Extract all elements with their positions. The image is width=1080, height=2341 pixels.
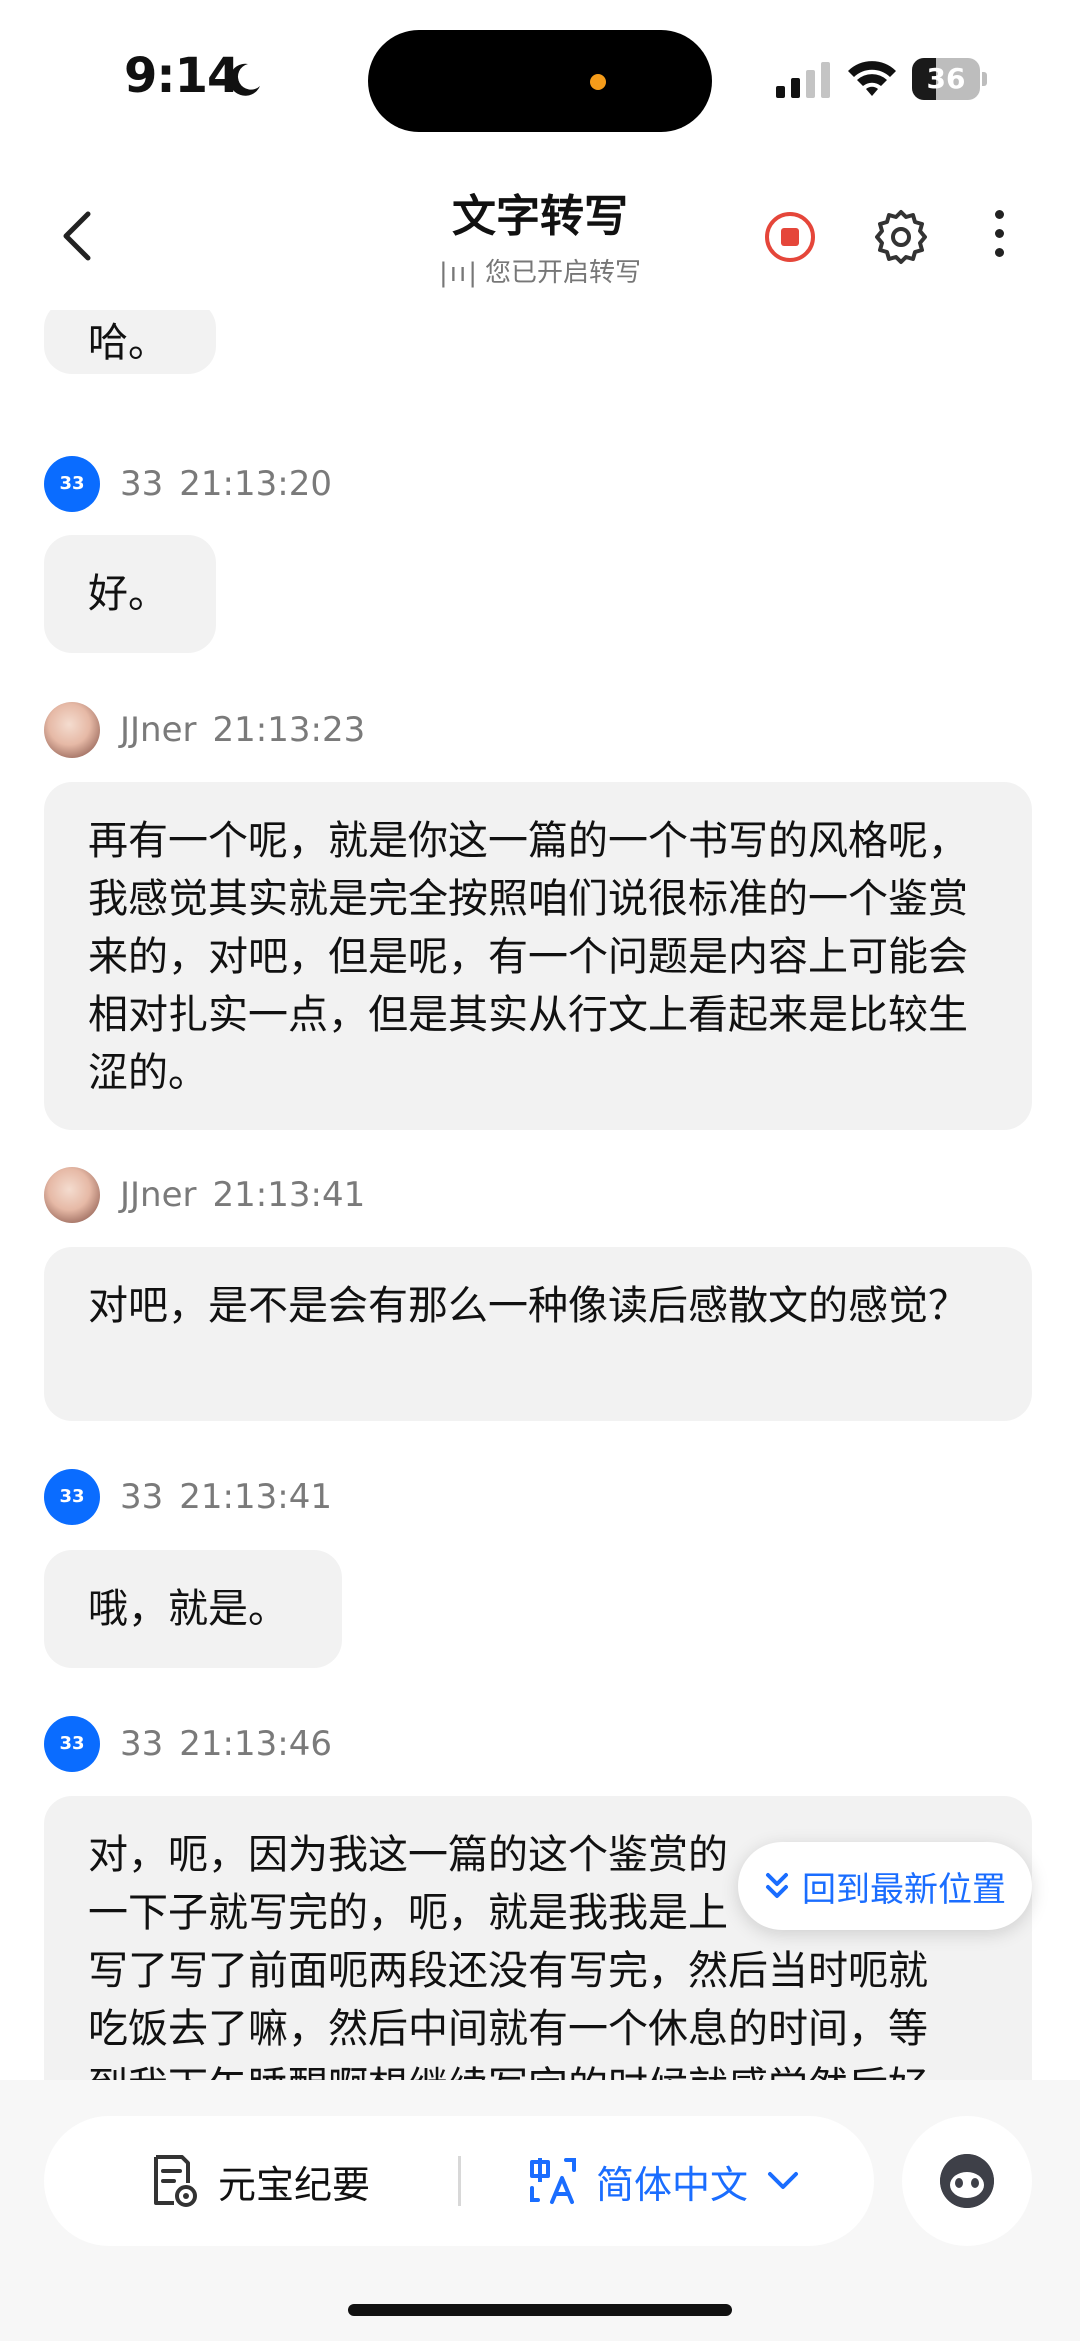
message-header: JJner 21:13:23 — [44, 702, 365, 758]
language-label: 简体中文 — [596, 2162, 749, 2207]
jump-to-latest-button[interactable]: 回到最新位置 — [738, 1842, 1032, 1930]
transcription-status-text: 您已开启转写 — [484, 258, 641, 288]
avatar: 33 — [44, 456, 100, 512]
message-header: 33 33 21:13:41 — [44, 1469, 332, 1525]
transcript-list[interactable]: 哈。 33 33 21:13:20 好。 JJner 21:13:23 再有一个… — [0, 310, 1080, 2080]
dynamic-island — [368, 30, 712, 132]
message-text: 好。 — [88, 571, 168, 617]
cellular-signal-icon — [776, 62, 830, 98]
message-bubble: 哦，就是。 — [44, 1550, 342, 1668]
ai-assistant-button[interactable] — [902, 2116, 1032, 2246]
speaker-name: 33 — [120, 1724, 164, 1764]
toolbar-divider — [458, 2156, 461, 2206]
speaker-name: JJner — [120, 1175, 197, 1215]
message-bubble: 哈。 — [44, 310, 216, 374]
recording-indicator-dot — [590, 74, 606, 90]
wifi-icon — [848, 61, 896, 96]
moon-icon — [229, 63, 260, 96]
waveform-icon: |ıı| — [439, 258, 479, 288]
back-button[interactable] — [50, 200, 110, 270]
summary-document-icon — [154, 2155, 197, 2207]
message-text: 再有一个呢，就是你这一篇的一个书写的风格呢，我感觉其实就是完全按照咱们说很标准的… — [88, 818, 968, 1096]
summary-label: 元宝纪要 — [218, 2162, 371, 2207]
language-selector[interactable]: 简体中文 — [528, 2150, 800, 2212]
message-text: 对吧，是不是会有那么一种像读后感散文的感觉？ — [88, 1283, 968, 1329]
jump-to-latest-label: 回到最新位置 — [802, 1869, 1006, 1910]
status-bar: 9:14 36 — [0, 0, 1080, 160]
stop-icon — [781, 228, 799, 246]
assistant-mascot-icon — [940, 2154, 994, 2208]
message-bubble: 对，呃，因为我这一篇的这个鉴赏的 一下子就写完的，呃，就是我我是上 写了写了前面… — [44, 1796, 1032, 2080]
battery-icon: 36 — [912, 58, 987, 100]
translate-icon — [530, 2158, 576, 2204]
double-chevron-down-icon — [766, 1873, 788, 1898]
message-bubble: 好。 — [44, 535, 216, 653]
status-time: 9:14 — [124, 48, 240, 104]
message-timestamp: 21:13:46 — [179, 1724, 332, 1764]
speaker-name: 33 — [120, 464, 164, 504]
message-timestamp: 21:13:41 — [179, 1477, 332, 1517]
settings-button[interactable] — [872, 208, 930, 266]
message-line: 写了写了前面呃两段还没有写完，然后当时呃就 — [88, 1948, 928, 1994]
message-bubble: 对吧，是不是会有那么一种像读后感散文的感觉？ — [44, 1247, 1032, 1421]
speaker-name: JJner — [120, 710, 197, 750]
message-line: 吃饭去了嘛，然后中间就有一个休息的时间，等 — [88, 2006, 928, 2052]
message-header: JJner 21:13:41 — [44, 1167, 365, 1223]
summary-button[interactable]: 元宝纪要 — [148, 2150, 370, 2212]
bottom-bar: 元宝纪要 简体中文 — [0, 2080, 1080, 2341]
header: 文字转写 |ıı| 您已开启转写 — [0, 160, 1080, 310]
message-timestamp: 21:13:41 — [212, 1175, 366, 1215]
message-header: 33 33 21:13:46 — [44, 1716, 332, 1772]
stop-recording-button[interactable] — [765, 212, 815, 262]
avatar — [44, 1167, 100, 1223]
toolbar: 元宝纪要 简体中文 — [44, 2116, 874, 2246]
transcription-status: |ıı| 您已开启转写 — [380, 252, 700, 289]
message-text: 哈。 — [88, 320, 168, 366]
message-line: 到我下午睡醒啊想继续写完的时候就感觉然后好 — [88, 2058, 988, 2080]
home-indicator — [348, 2304, 732, 2316]
message-timestamp: 21:13:23 — [212, 710, 366, 750]
message-text: 哦，就是。 — [88, 1586, 288, 1632]
more-options-button[interactable] — [984, 210, 1014, 266]
avatar: 33 — [44, 1716, 100, 1772]
message-timestamp: 21:13:20 — [179, 464, 332, 504]
page-title: 文字转写 — [452, 191, 628, 242]
avatar — [44, 702, 100, 758]
battery-level: 36 — [926, 62, 966, 95]
chevron-down-icon — [768, 2172, 799, 2189]
message-bubble: 再有一个呢，就是你这一篇的一个书写的风格呢，我感觉其实就是完全按照咱们说很标准的… — [44, 782, 1032, 1130]
avatar: 33 — [44, 1469, 100, 1525]
message-header: 33 33 21:13:20 — [44, 456, 332, 512]
speaker-name: 33 — [120, 1477, 164, 1517]
